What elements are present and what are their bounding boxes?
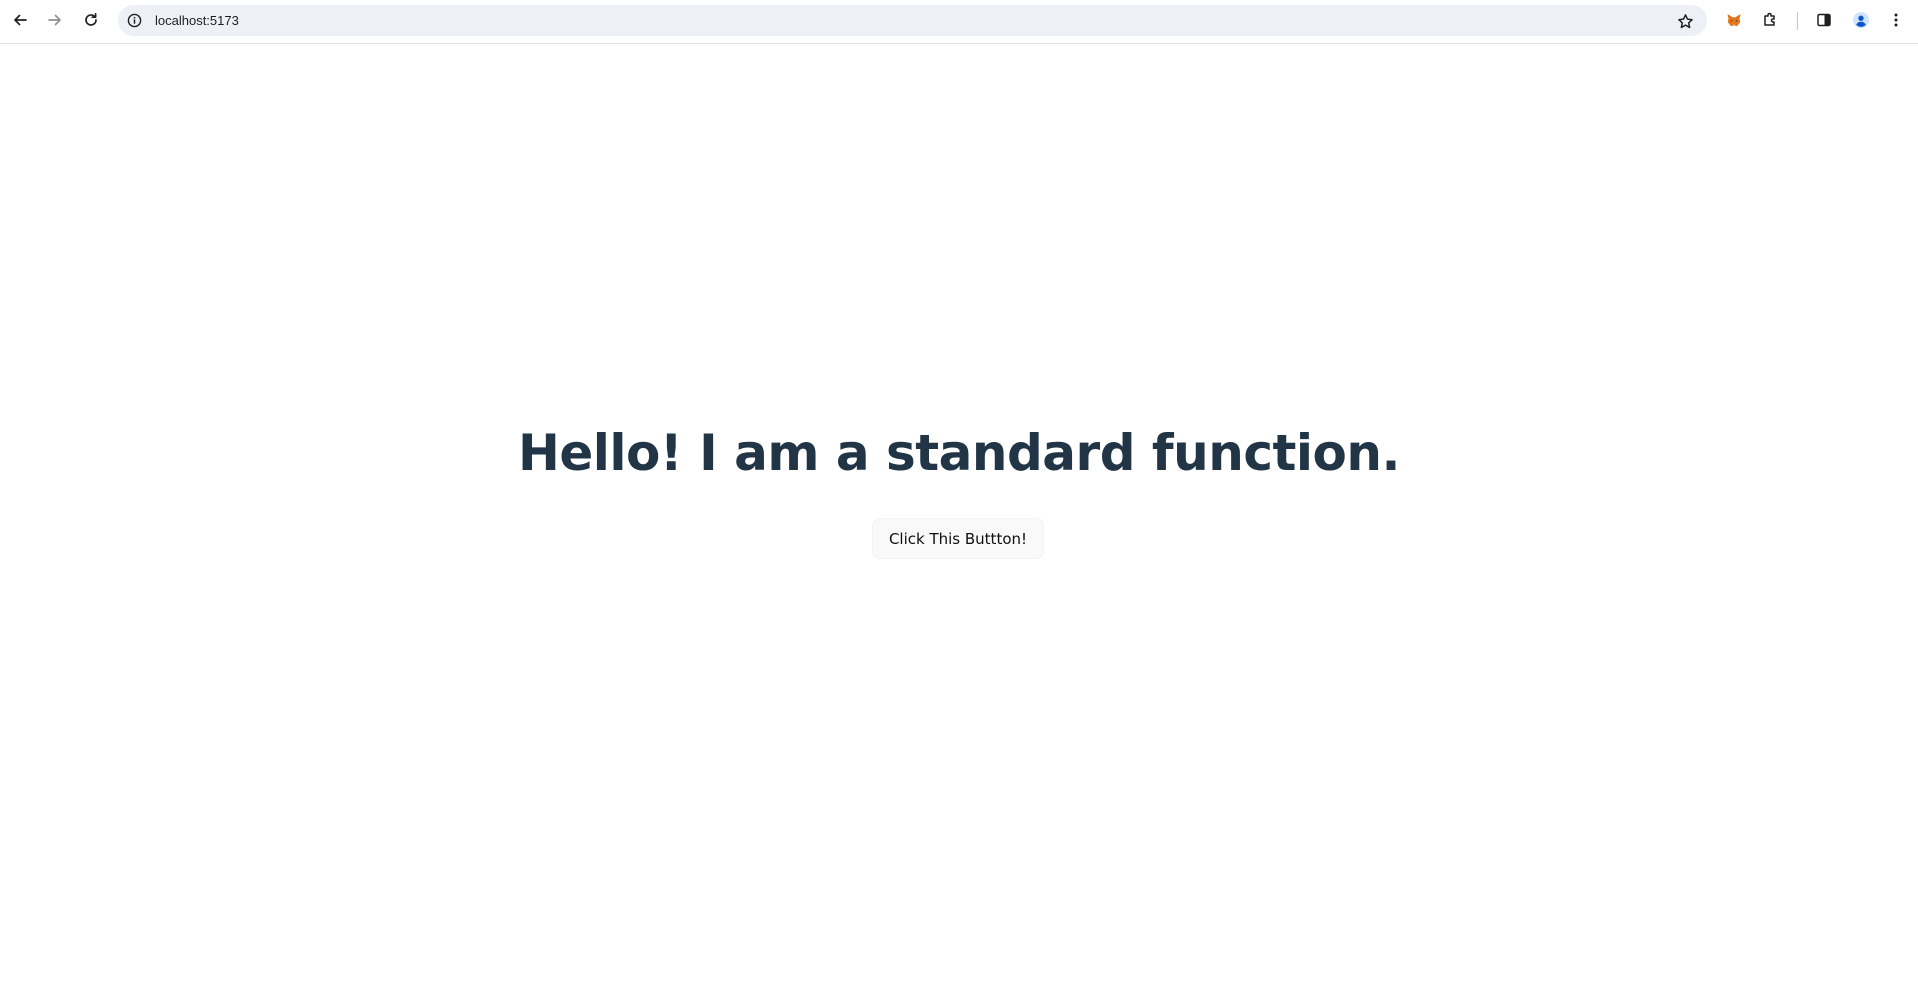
page-content: Hello! I am a standard function. Click T…	[0, 45, 1918, 991]
fox-extension-icon	[1727, 14, 1741, 27]
bookmark-button[interactable]	[1675, 11, 1695, 31]
puzzle-icon	[1764, 12, 1775, 26]
forward-button[interactable]	[41, 6, 69, 34]
site-info-button[interactable]	[126, 12, 143, 29]
back-arrow-icon	[14, 14, 27, 26]
reload-button[interactable]	[77, 6, 105, 34]
fox-extension-button[interactable]	[1720, 6, 1748, 34]
click-button[interactable]: Click This Buttton!	[872, 518, 1044, 559]
site-info-icon	[127, 13, 142, 28]
extensions-button[interactable]	[1756, 6, 1784, 34]
toolbar-divider	[1797, 12, 1798, 30]
page-heading: Hello! I am a standard function.	[518, 424, 1400, 482]
profile-avatar-icon	[1853, 12, 1869, 28]
star-icon	[1677, 13, 1693, 28]
back-button[interactable]	[6, 6, 34, 34]
browser-toolbar: localhost:5173	[0, 0, 1918, 44]
reload-icon	[85, 12, 97, 26]
forward-arrow-icon	[48, 14, 61, 26]
url-text[interactable]: localhost:5173	[155, 13, 239, 28]
profile-button[interactable]	[1847, 6, 1875, 34]
address-bar[interactable]: localhost:5173	[118, 5, 1707, 36]
side-panel-button[interactable]	[1810, 6, 1838, 34]
browser-menu-button[interactable]	[1882, 6, 1910, 34]
side-panel-icon	[1817, 13, 1831, 27]
kebab-menu-icon	[1894, 13, 1898, 27]
